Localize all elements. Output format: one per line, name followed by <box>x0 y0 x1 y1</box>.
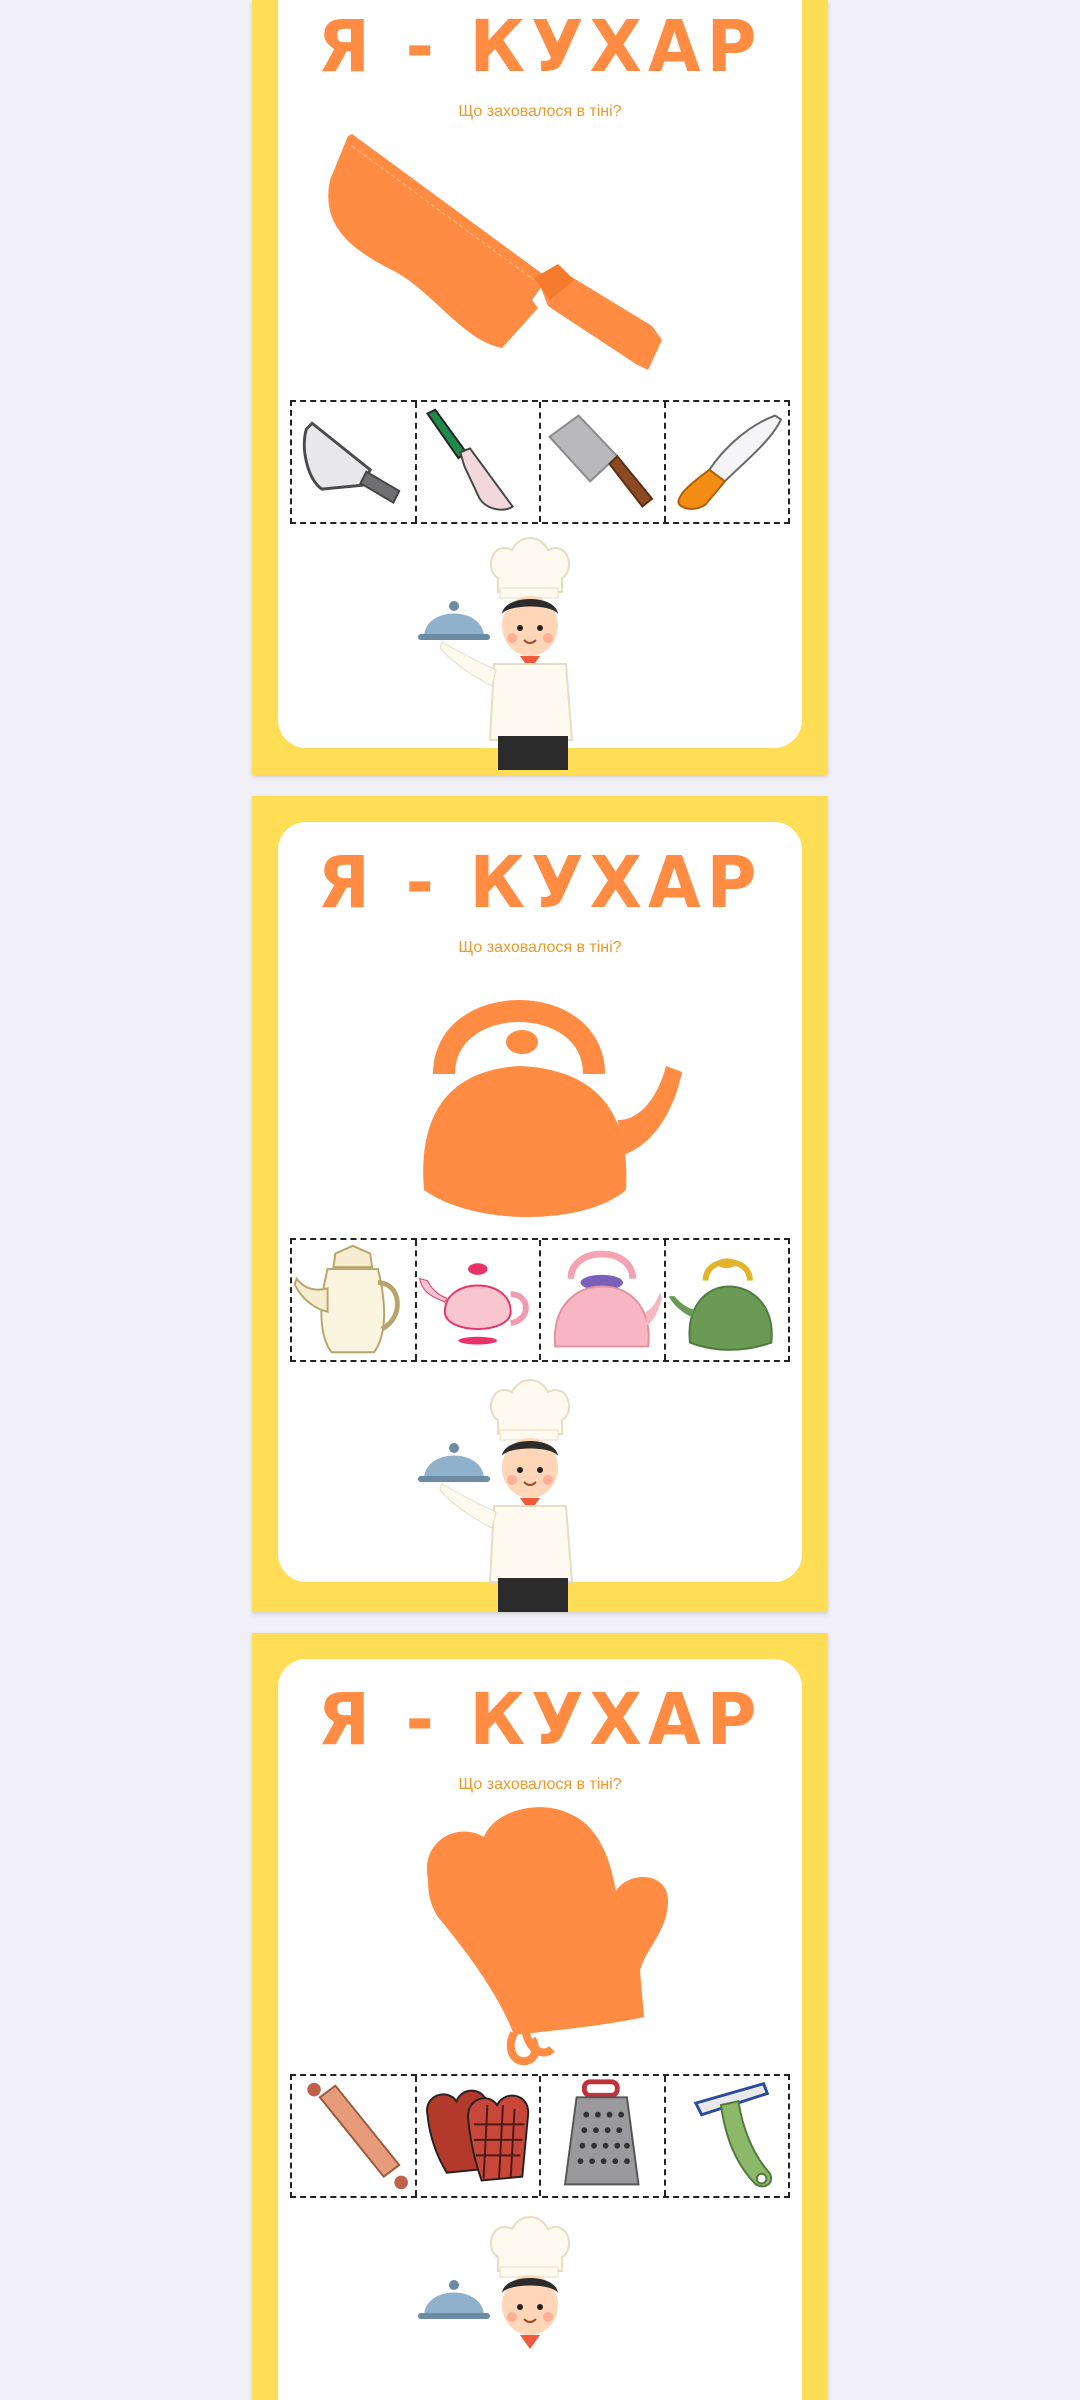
cloche-icon <box>418 2280 490 2319</box>
option-grater[interactable] <box>541 2076 666 2196</box>
kettle-shadow-icon <box>423 1000 682 1217</box>
option-chef-knife-green[interactable] <box>417 402 541 522</box>
answer-options <box>290 1238 790 1362</box>
oven-mitts-icon <box>425 2089 529 2182</box>
chef-knife-green-icon <box>425 408 514 511</box>
peeler-icon <box>693 2081 772 2188</box>
option-ornate-teapot[interactable] <box>292 1240 417 1360</box>
grater-icon <box>563 2079 640 2186</box>
knife-shadow-icon <box>328 134 662 370</box>
page-title: Я - КУХАР <box>317 6 763 89</box>
oven-mitt-shadow-icon <box>426 1807 668 2066</box>
chef-illustration <box>418 537 574 770</box>
page-title: Я - КУХАР <box>317 842 763 925</box>
worksheet-card-3: Я - КУХАР Що заховалося в тіні? <box>252 1633 828 2400</box>
rolling-pin-icon <box>307 2082 408 2190</box>
worksheet-card-2: Я - КУХАР Що заховалося в тіні? <box>252 796 828 1612</box>
option-peeler[interactable] <box>666 2076 789 2196</box>
cloche-icon <box>418 601 490 640</box>
ornate-teapot-icon <box>293 1244 400 1354</box>
chef-illustration <box>418 2216 571 2349</box>
page-subtitle: Що заховалося в тіні? <box>458 103 622 120</box>
option-cleaver-knife[interactable] <box>292 402 417 522</box>
option-orange-knife[interactable] <box>666 402 789 522</box>
pink-kettle-icon <box>553 1250 662 1348</box>
option-meat-cleaver[interactable] <box>541 402 666 522</box>
green-kettle-icon <box>668 1258 773 1351</box>
option-pink-kettle[interactable] <box>541 1240 666 1360</box>
answer-options <box>290 2074 790 2198</box>
orange-knife-icon <box>676 414 782 510</box>
option-green-kettle[interactable] <box>666 1240 789 1360</box>
meat-cleaver-icon <box>548 414 654 508</box>
cleaver-knife-icon <box>302 421 401 505</box>
page-subtitle: Що заховалося в тіні? <box>458 939 622 956</box>
option-rolling-pin[interactable] <box>292 2076 417 2196</box>
chef-illustration <box>418 1379 574 1612</box>
worksheet-card-1: Я - КУХАР Що заховалося в тіні? <box>252 0 828 775</box>
option-oven-mitts[interactable] <box>417 2076 541 2196</box>
pink-teapot-icon <box>418 1263 529 1345</box>
cloche-icon <box>418 1443 490 1482</box>
page-subtitle: Що заховалося в тіні? <box>458 1776 622 1793</box>
page-title: Я - КУХАР <box>317 1679 763 1762</box>
option-pink-teapot[interactable] <box>417 1240 541 1360</box>
answer-options <box>290 400 790 524</box>
